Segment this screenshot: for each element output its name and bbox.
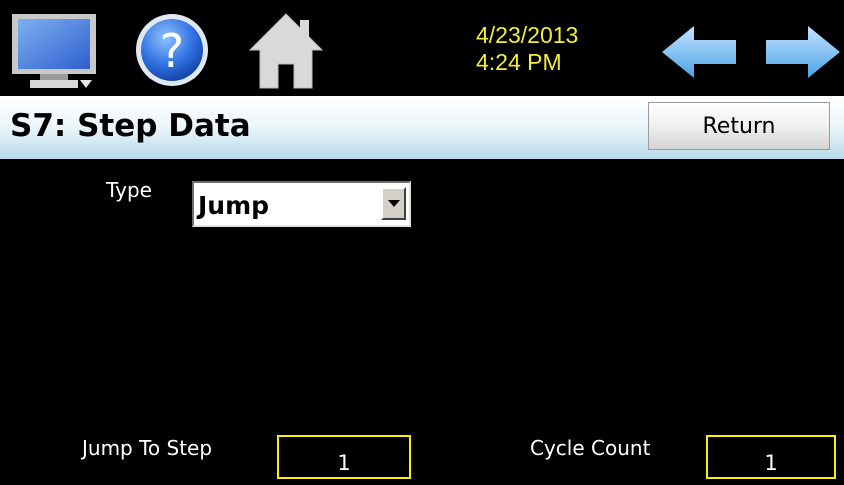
jump-to-step-field[interactable]: 1	[277, 435, 411, 479]
datetime-display: 4/23/2013 4:24 PM	[476, 22, 578, 76]
top-bar: ? 4/23/2013 4:24 PM	[0, 0, 844, 96]
page-title: S7: Step Data	[10, 108, 251, 144]
back-arrow-icon[interactable]	[660, 24, 738, 80]
forward-arrow-icon[interactable]	[764, 24, 842, 80]
date-text: 4/23/2013	[476, 22, 579, 48]
type-dropdown[interactable]: Jump	[192, 181, 411, 227]
type-label: Type	[106, 178, 152, 202]
svg-text:?: ?	[160, 24, 184, 78]
jump-to-step-label: Jump To Step	[82, 436, 213, 460]
cycle-count-field[interactable]: 1	[706, 435, 836, 479]
monitor-menu-icon[interactable]	[12, 14, 96, 90]
title-bar: S7: Step Data Return	[0, 96, 844, 159]
time-text: 4:24 PM	[476, 49, 562, 75]
return-button[interactable]: Return	[648, 102, 830, 150]
cycle-count-label: Cycle Count	[530, 436, 651, 460]
dropdown-arrow-icon[interactable]	[381, 187, 406, 220]
home-icon[interactable]	[248, 12, 324, 90]
type-selected-value: Jump	[198, 191, 270, 220]
help-icon[interactable]: ?	[134, 12, 210, 88]
